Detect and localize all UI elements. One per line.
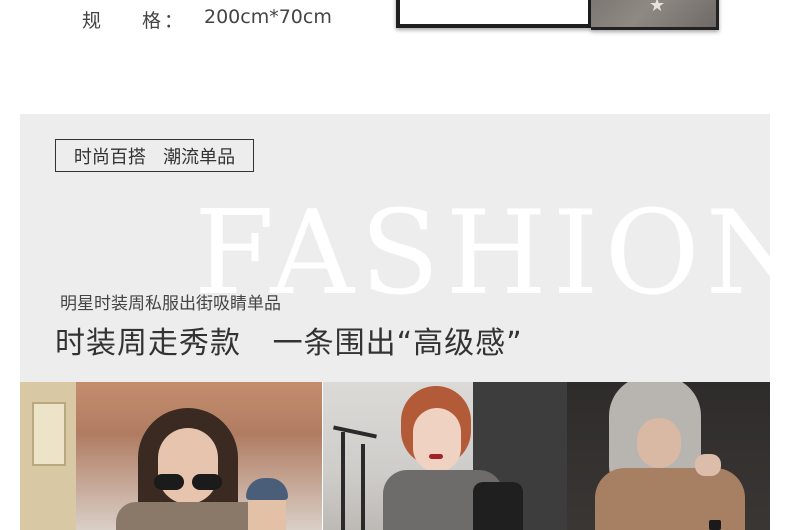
scarf-shape: [116, 502, 266, 530]
spec-label-char-1: 规: [82, 10, 102, 32]
banner-subtitle: 明星时装周私服出街吸睛单品: [60, 294, 281, 314]
watch-icon: [709, 520, 721, 530]
railing-shape: [341, 432, 345, 530]
spec-label-colon: ：: [164, 10, 184, 32]
leather-jacket-shape: [473, 482, 523, 530]
banner-headline: 时装周走秀款 一条围出“高级感”: [55, 326, 523, 361]
scarf-shape: [595, 468, 745, 530]
tagline-box: 时尚百搭 潮流单品: [55, 139, 254, 172]
spec-value: 200cm*70cm: [204, 6, 332, 28]
street-style-photo-1: [20, 382, 322, 530]
street-style-photo-2: [323, 382, 567, 530]
scarf-swatch-image: ★: [591, 0, 719, 30]
star-icon: ★: [649, 0, 666, 16]
building-facade: [20, 382, 76, 530]
fashion-banner: FASHION 时尚百搭 潮流单品 明星时装周私服出街吸睛单品 时装周走秀款 一…: [20, 114, 770, 382]
spec-row: 规 格 ： 200cm*70cm ★: [0, 0, 790, 60]
product-packaging-image: [396, 0, 592, 28]
spec-label-char-2: 格: [142, 10, 162, 32]
beanie-shape: [246, 478, 288, 500]
street-style-photo-3: [567, 382, 770, 530]
sunglasses-icon: [154, 474, 184, 490]
